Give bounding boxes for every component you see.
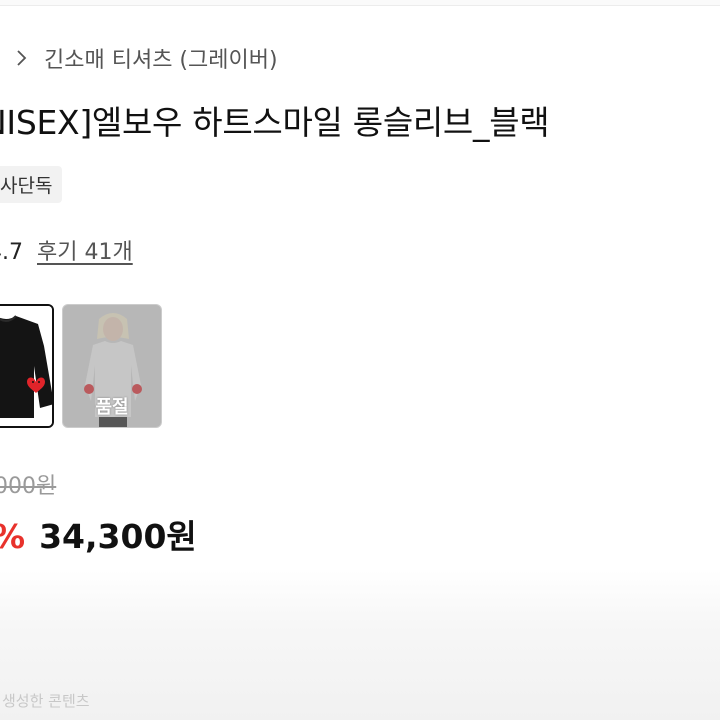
thumbnail-grey-model[interactable]: 품절	[62, 304, 162, 428]
final-price: 34,300원	[39, 517, 197, 556]
product-detail-page: 긴소매 티셔츠 (그레이버) NISEX]엘보우 하트스마일 롱슬리브_블랙 사…	[0, 0, 720, 720]
chevron-right-icon	[10, 46, 34, 70]
black-longsleeve-image	[0, 306, 52, 426]
content-fade	[0, 570, 720, 720]
discount-rate: %	[0, 517, 25, 556]
exclusive-badge: 사단독	[0, 166, 63, 203]
soldout-label: 품절	[95, 397, 129, 418]
product-title: NISEX]엘보우 하트스마일 롱슬리브_블랙	[0, 103, 550, 142]
top-divider	[0, 0, 720, 6]
breadcrumb[interactable]: 긴소매 티셔츠 (그레이버)	[10, 42, 278, 74]
watermark-text: 생성한 콘텐츠	[2, 692, 90, 710]
reviews-link[interactable]: 후기 41개	[37, 234, 133, 266]
breadcrumb-category[interactable]: 긴소매 티셔츠 (그레이버)	[44, 42, 278, 74]
rating-score: 4.7	[0, 240, 23, 265]
thumbnail-black[interactable]	[0, 304, 54, 428]
price-row: % 34,300원	[0, 510, 197, 558]
original-price: 000원	[0, 474, 57, 499]
rating-row: 4.7 후기 41개	[0, 234, 133, 266]
